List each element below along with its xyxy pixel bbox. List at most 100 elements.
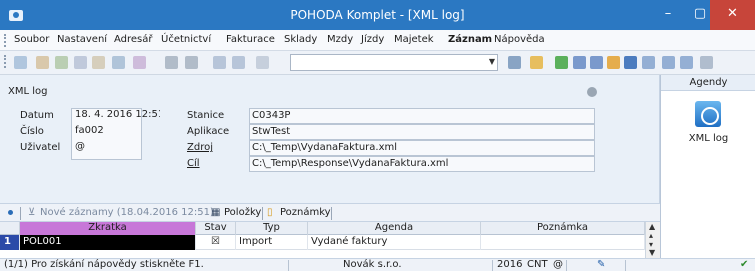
panel-icon[interactable] — [680, 56, 693, 69]
menu-zaznam[interactable]: Záznam — [448, 34, 492, 45]
tab-nove-zaznamy[interactable]: Nové záznamy (18.04.2016 12:51) — [40, 207, 214, 218]
status-separator — [288, 260, 289, 271]
cell-stav[interactable]: ☒ — [196, 235, 236, 250]
link-cil[interactable]: Cíl — [187, 158, 200, 169]
status-dot-icon — [587, 87, 597, 97]
layout-icon[interactable] — [662, 56, 675, 69]
cell-agenda[interactable]: Vydané faktury — [308, 235, 481, 250]
back-icon[interactable] — [165, 56, 178, 69]
menu-nastaveni[interactable]: Nastavení — [57, 34, 107, 45]
new-record-icon[interactable] — [14, 56, 27, 69]
save-icon[interactable] — [213, 56, 226, 69]
edit-icon[interactable] — [36, 56, 49, 69]
status-separator — [492, 260, 493, 271]
title-bar: POHODA Komplet - [XML log] – ▢ ✕ — [0, 0, 755, 30]
help-icon[interactable] — [700, 56, 713, 69]
status-separator — [625, 260, 626, 271]
field-cislo[interactable]: fa002 — [73, 124, 140, 140]
agendy-title: Agendy — [661, 75, 755, 91]
filter-funnel-icon[interactable]: ⊻ — [28, 207, 35, 218]
tab-separator — [20, 207, 21, 220]
grid-header-rownum — [0, 222, 20, 235]
status-bar: (1/1) Pro získání nápovědy stiskněte F1.… — [0, 258, 755, 271]
save-all-icon[interactable] — [232, 56, 245, 69]
check-icon: ✔ — [740, 259, 749, 270]
cell-typ[interactable]: Import — [236, 235, 308, 250]
field-aplikace[interactable]: StwTest — [249, 124, 595, 140]
table-small-icon: ▦ — [211, 207, 221, 218]
menu-grip-icon[interactable] — [4, 34, 6, 47]
window-icon[interactable] — [642, 56, 655, 69]
menu-mzdy[interactable]: Mzdy — [327, 34, 353, 45]
cell-poznamka[interactable] — [481, 235, 645, 250]
agendy-panel: Agendy XML log — [660, 75, 755, 258]
bullet-icon — [8, 210, 13, 215]
quick-search-combo[interactable]: ▼ — [290, 54, 498, 71]
scroll-up-icon[interactable]: ▴ — [649, 231, 653, 240]
tab-separator — [331, 207, 332, 220]
label-uzivatel: Uživatel — [20, 142, 61, 153]
agendy-item-xml-log[interactable]: XML log — [661, 133, 755, 144]
column-poznamka[interactable]: Poznámka — [481, 222, 645, 235]
print-icon[interactable] — [74, 56, 87, 69]
xml-log-icon[interactable] — [695, 101, 721, 127]
label-datum: Datum — [20, 110, 54, 121]
window-title: POHODA Komplet - [XML log] — [290, 8, 465, 22]
label-aplikace: Aplikace — [187, 126, 230, 137]
column-typ[interactable]: Typ — [236, 222, 308, 235]
menu-napoveda[interactable]: Nápověda — [494, 34, 545, 45]
folder-icon[interactable] — [530, 56, 543, 69]
form-title: XML log — [8, 86, 48, 97]
label-cislo: Číslo — [20, 126, 44, 137]
close-button[interactable]: ✕ — [710, 0, 755, 30]
scroll-bottom-icon[interactable]: ▼ — [649, 248, 655, 257]
copy-icon[interactable] — [55, 56, 68, 69]
menu-ucetnictvi[interactable]: Účetnictví — [161, 34, 211, 45]
field-uzivatel[interactable]: @ — [73, 140, 140, 156]
refresh-icon[interactable] — [555, 56, 568, 69]
menu-fakturace[interactable]: Fakturace — [226, 34, 275, 45]
subagenda-tabs: ⊻ Nové záznamy (18.04.2016 12:51) ▦ Polo… — [0, 203, 660, 222]
status-year[interactable]: 2016 — [497, 259, 522, 271]
scroll-top-icon[interactable]: ▲ — [649, 222, 655, 231]
note-icon: ▯ — [267, 207, 273, 218]
send-icon[interactable] — [133, 56, 146, 69]
label-stanice: Stanice — [187, 110, 225, 121]
table-icon[interactable] — [573, 56, 586, 69]
toolbar-right — [660, 51, 755, 75]
pen-icon[interactable]: ✎ — [597, 259, 605, 271]
table-row[interactable]: 1 POL001 ☒ Import Vydané faktury — [0, 235, 645, 250]
tab-polozky[interactable]: Položky — [224, 207, 261, 218]
grid-scrollbar[interactable]: ▲ ▴ ▾ ▼ — [645, 222, 660, 258]
menu-adresar[interactable]: Adresář — [114, 34, 153, 45]
undo-icon[interactable] — [112, 56, 125, 69]
field-stanice[interactable]: C0343P — [249, 108, 595, 124]
minimize-button[interactable]: – — [651, 0, 685, 30]
menu-soubor[interactable]: Soubor — [14, 34, 49, 45]
field-datum[interactable]: 18. 4. 2016 12:51:21 — [73, 108, 160, 124]
field-zdroj[interactable]: C:\_Temp\VydanaFaktura.xml — [249, 140, 595, 156]
status-user: @ — [553, 259, 563, 270]
link-zdroj[interactable]: Zdroj — [187, 142, 213, 153]
forward-icon[interactable] — [185, 56, 198, 69]
attach-icon[interactable] — [256, 56, 269, 69]
calendar-icon[interactable] — [590, 56, 603, 69]
field-cil[interactable]: C:\_Temp\Response\VydanaFaktura.xml — [249, 156, 595, 172]
cell-zkratka[interactable]: POL001 — [20, 235, 196, 250]
menu-jizdy[interactable]: Jízdy — [361, 34, 384, 45]
filter-icon[interactable] — [508, 56, 521, 69]
row-number: 1 — [0, 235, 20, 250]
report-icon[interactable] — [607, 56, 620, 69]
column-stav[interactable]: Stav — [196, 222, 236, 235]
column-agenda[interactable]: Agenda — [308, 222, 481, 235]
status-currency[interactable]: CNT — [527, 259, 548, 271]
items-grid: Zkratka Stav Typ Agenda Poznámka 1 POL00… — [0, 222, 660, 258]
toolbar-grip-icon[interactable] — [4, 55, 6, 68]
tab-poznamky[interactable]: Poznámky — [280, 207, 331, 218]
delete-icon[interactable] — [92, 56, 105, 69]
menu-sklady[interactable]: Sklady — [284, 34, 317, 45]
chevron-down-icon[interactable]: ▼ — [489, 57, 495, 66]
menu-majetek[interactable]: Majetek — [394, 34, 434, 45]
ean-icon[interactable] — [624, 56, 637, 69]
column-zkratka[interactable]: Zkratka — [20, 222, 196, 235]
